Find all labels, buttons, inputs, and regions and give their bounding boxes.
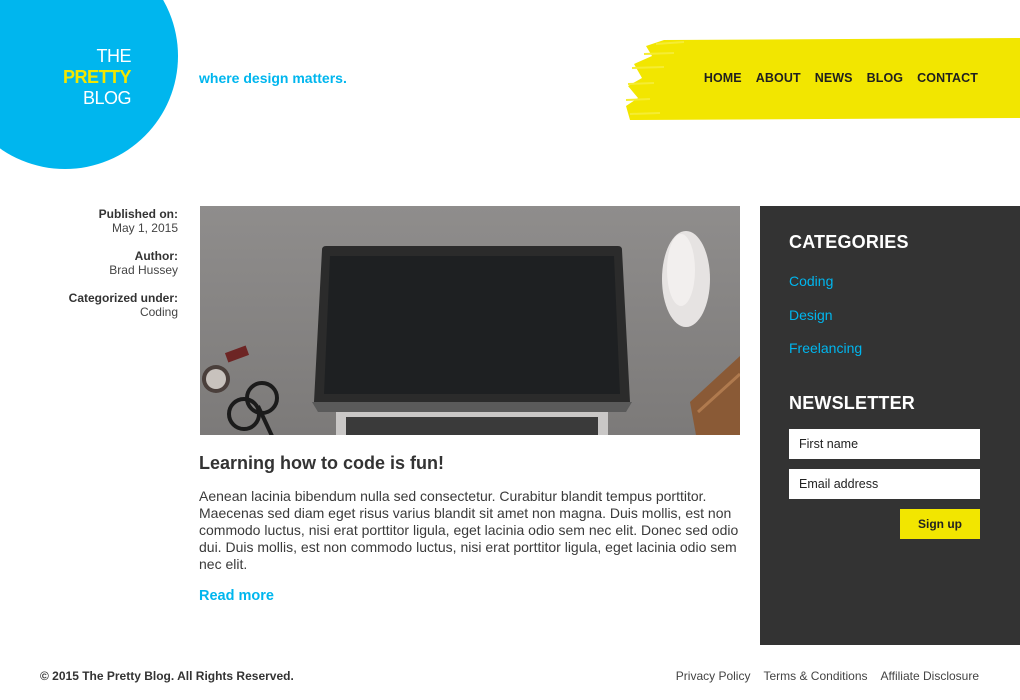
- post-title: Learning how to code is fun!: [199, 453, 444, 473]
- author-name: Brad Hussey: [109, 263, 178, 277]
- newsletter-heading: NEWSLETTER: [789, 393, 915, 413]
- categories-heading: CATEGORIES: [789, 232, 909, 252]
- category-link-freelancing[interactable]: Freelancing: [789, 340, 862, 356]
- footer-link-terms[interactable]: Terms & Conditions: [763, 669, 867, 683]
- footer-link-privacy[interactable]: Privacy Policy: [676, 669, 751, 683]
- author-label: Author:: [134, 249, 178, 263]
- nav-contact[interactable]: CONTACT: [917, 71, 978, 85]
- first-name-field[interactable]: [789, 429, 980, 459]
- site-logo[interactable]: THE PRETTY BLOG: [40, 46, 132, 109]
- category-link-coding[interactable]: Coding: [789, 273, 833, 289]
- published-label: Published on:: [98, 207, 178, 221]
- category-link-design[interactable]: Design: [789, 307, 833, 323]
- nav-news[interactable]: NEWS: [815, 71, 853, 85]
- main-nav: HOME ABOUT NEWS BLOG CONTACT: [690, 71, 978, 85]
- sidebar: CATEGORIES Coding Design Freelancing NEW…: [760, 206, 1020, 645]
- signup-button[interactable]: Sign up: [900, 509, 980, 539]
- read-more-link[interactable]: Read more: [199, 588, 274, 604]
- nav-home[interactable]: HOME: [704, 71, 742, 85]
- footer-links: Privacy Policy Terms & Conditions Affili…: [663, 669, 979, 683]
- email-field[interactable]: [789, 469, 980, 499]
- logo-line-blog: BLOG: [82, 88, 132, 108]
- logo-line-the: THE: [96, 46, 132, 66]
- logo-line-pretty: PRETTY: [62, 67, 132, 87]
- post-meta: Published on: May 1, 2015 Author: Brad H…: [40, 207, 178, 333]
- category-label: Categorized under:: [68, 291, 178, 305]
- site-tagline: where design matters.: [199, 70, 347, 86]
- footer-link-affiliate[interactable]: Affiliate Disclosure: [881, 669, 979, 683]
- post-excerpt: Aenean lacinia bibendum nulla sed consec…: [199, 488, 739, 572]
- category-value: Coding: [139, 305, 178, 319]
- nav-about[interactable]: ABOUT: [756, 71, 801, 85]
- nav-blog[interactable]: BLOG: [867, 71, 904, 85]
- post-hero-image[interactable]: [200, 206, 740, 435]
- published-date: May 1, 2015: [111, 221, 178, 235]
- laptop-desk-illustration: [200, 206, 740, 435]
- footer-copyright: © 2015 The Pretty Blog. All Rights Reser…: [40, 669, 294, 683]
